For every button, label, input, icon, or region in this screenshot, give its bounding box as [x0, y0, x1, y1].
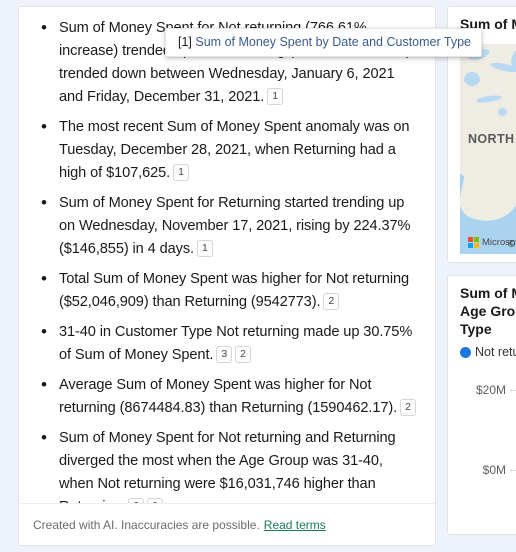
bar-chart-card[interactable]: Sum of Money Spent by Age Group and Cust… — [447, 275, 516, 535]
citation-badge[interactable]: 2 — [323, 293, 340, 310]
bar-chart-title-line1: Sum of Money Spent by Age Group — [460, 285, 516, 319]
list-item[interactable]: Sum of Money Spent for Returning started… — [33, 191, 421, 261]
map-copyright-text: © 2021 TomTom — [508, 239, 516, 250]
citation-badge[interactable]: 1 — [173, 164, 189, 181]
chart-plot-area: $20M $0M 21-30 31-40 41-50 51-60 — [448, 356, 516, 511]
visuals-column: Sum of Money Spent by Country NORTH AMER… — [447, 6, 516, 547]
insight-text: Average Sum of Money Spent was higher fo… — [59, 377, 398, 416]
gridline — [510, 470, 516, 471]
map-region-label: NORTH AMERICA — [468, 132, 516, 146]
citation-group: 2 — [320, 293, 340, 310]
citation-group: 1 — [194, 240, 213, 257]
citation-badge[interactable]: 1 — [267, 88, 283, 105]
citation-group: 1 — [264, 88, 283, 105]
tooltip-label: Sum of Money Spent by Date and Customer … — [195, 35, 472, 49]
list-item[interactable]: Sum of Money Spent for Not returning and… — [33, 426, 421, 503]
insight-text: Total Sum of Money Spent was higher for … — [59, 271, 409, 310]
y-axis-tick-label: $20M — [475, 383, 506, 397]
insight-text: The most recent Sum of Money Spent anoma… — [59, 119, 410, 181]
ai-disclaimer-footer: Created with AI. Inaccuracies are possib… — [19, 503, 435, 545]
bars-container — [510, 356, 516, 470]
tooltip-index: [1] — [178, 35, 192, 49]
citation-group: 1 — [170, 164, 189, 181]
y-axis-tick-label: $0M — [482, 463, 506, 477]
list-item[interactable]: Total Sum of Money Spent was higher for … — [33, 267, 421, 314]
insight-text: Sum of Money Spent for Not returning and… — [59, 430, 396, 503]
water-shape — [498, 108, 507, 116]
map-canvas[interactable]: NORTH AMERICA Microsoft © 2021 TomTom — [460, 44, 516, 254]
citation-group: 32 — [213, 346, 251, 363]
list-item[interactable]: Average Sum of Money Spent was higher fo… — [33, 373, 421, 420]
insight-bullet-list: Sum of Money Spent for Not returning (76… — [33, 16, 421, 503]
citation-badge[interactable]: 2 — [400, 399, 416, 416]
citation-tooltip: [1] Sum of Money Spent by Date and Custo… — [165, 28, 483, 57]
citation-group: 2 — [397, 399, 416, 416]
citation-badge[interactable]: 3 — [216, 346, 233, 363]
landmass-shape — [460, 154, 516, 228]
report-canvas: Sum of Money Spent for Not returning (76… — [0, 0, 516, 552]
citation-badge[interactable]: 1 — [197, 240, 213, 257]
list-item[interactable]: 31-40 in Customer Type Not returning mad… — [33, 320, 421, 367]
disclaimer-text: Created with AI. Inaccuracies are possib… — [33, 517, 260, 532]
insights-card: Sum of Money Spent for Not returning (76… — [18, 6, 436, 546]
insights-list-container: Sum of Money Spent for Not returning (76… — [19, 7, 435, 503]
list-item[interactable]: The most recent Sum of Money Spent anoma… — [33, 115, 421, 185]
read-terms-link[interactable]: Read terms — [264, 518, 326, 532]
microsoft-logo-icon — [468, 237, 479, 248]
insight-text: Sum of Money Spent for Returning started… — [59, 195, 411, 257]
bar-chart-title: Sum of Money Spent by Age Group and Cust… — [448, 276, 516, 343]
citation-badge[interactable]: 2 — [235, 346, 251, 363]
water-shape — [464, 72, 480, 86]
